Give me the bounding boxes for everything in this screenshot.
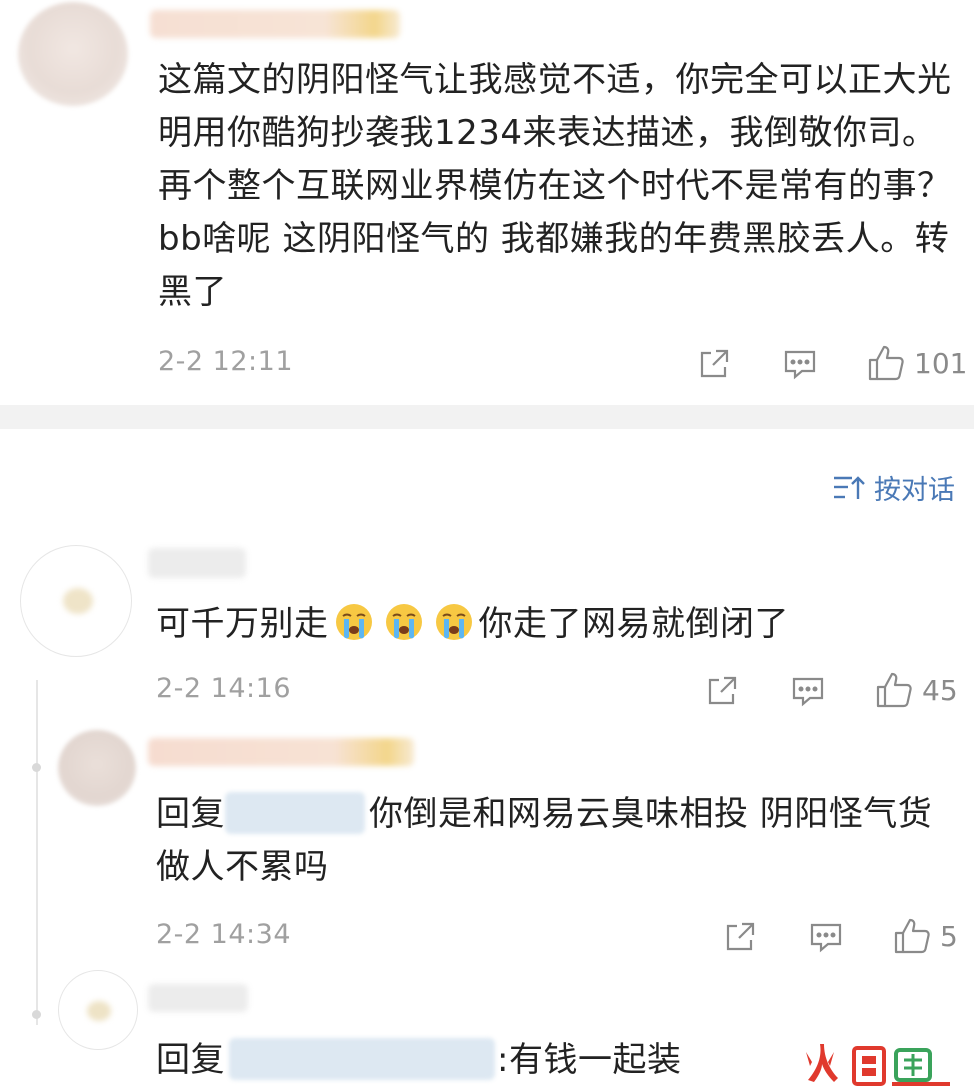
reply-prefix: 回复 [156,1040,225,1080]
share-icon [700,349,729,378]
avatar[interactable] [18,2,128,106]
thread-node [32,1010,41,1019]
comment-timestamp: 2-2 14:34 [156,919,291,950]
like-count: 45 [922,673,958,707]
like-count: 5 [940,919,958,953]
avatar[interactable] [58,970,138,1050]
sort-icon [834,475,865,499]
comment-text-end: 你走了网易就倒闭了 [478,604,789,644]
section-divider [0,405,974,429]
crying-face-emoji [385,604,422,640]
thread-connector [36,680,38,1025]
mentioned-user-blurred[interactable] [229,1038,495,1080]
reply-button[interactable] [790,673,826,709]
username-blurred[interactable] [148,548,246,578]
username-blurred[interactable] [150,10,400,38]
comment-text: 这篇文的阴阳怪气让我感觉不适，你完全可以正大光明用你酷狗抄袭我1234来表达描述… [158,60,952,312]
reply-button[interactable] [808,919,844,955]
watermark-logo [800,1040,956,1088]
comment-text-start: 可千万别走 [156,604,329,644]
comment-timestamp: 2-2 12:11 [158,346,293,377]
share-button[interactable] [704,673,740,709]
like-button[interactable]: 101 [866,343,967,383]
reply-text: 回复 你倒是和网易云臭味相投 阴阳怪气货 做人不累吗 [156,788,956,894]
like-button[interactable]: 5 [892,916,958,956]
thumbs-up-icon [894,918,930,954]
sort-by-conversation-toggle[interactable]: 按对话 [832,468,955,507]
thumbs-up-icon [868,345,904,381]
reply-body: :有钱一起装 [497,1040,682,1080]
reply-prefix: 回复 [156,794,225,834]
crying-face-emoji [435,604,472,640]
thread-node [32,763,41,772]
comment-icon [784,350,816,380]
share-icon [708,676,737,705]
share-button[interactable] [722,919,758,955]
share-icon [726,922,755,951]
fire-fish-logo-icon [806,1044,950,1086]
avatar[interactable] [20,545,132,657]
crying-face-emoji [335,604,372,640]
share-button[interactable] [696,346,732,382]
comment-text: 可千万别走 你走了网易就倒闭了 [156,598,956,651]
reply-button[interactable] [782,346,818,382]
avatar[interactable] [58,730,136,806]
sort-toggle-label: 按对话 [874,475,955,506]
username-blurred[interactable] [148,738,414,766]
mentioned-user-blurred[interactable] [225,792,365,834]
like-button[interactable]: 45 [874,670,958,710]
comment-icon [792,677,824,707]
like-count: 101 [914,346,968,380]
username-blurred[interactable] [148,984,248,1012]
comment-icon [810,923,842,953]
comment-timestamp: 2-2 14:16 [156,673,291,704]
thumbs-up-icon [876,672,912,708]
